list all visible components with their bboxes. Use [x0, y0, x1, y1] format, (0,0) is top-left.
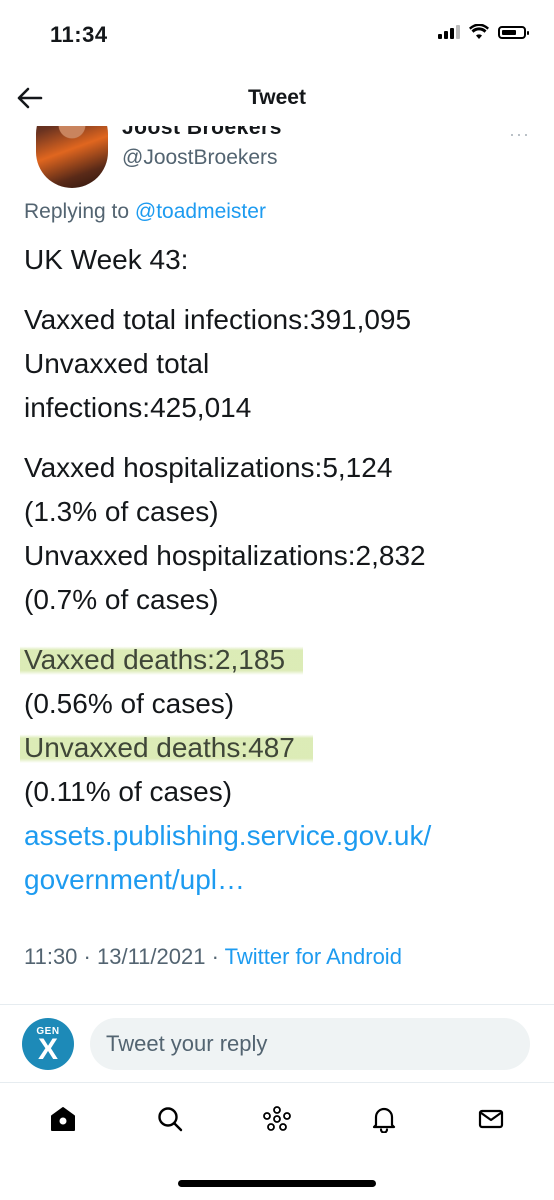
highlighted-unvaxxed-deaths: Unvaxxed deaths:487: [20, 732, 313, 763]
divider: [0, 1082, 554, 1083]
author-avatar[interactable]: [36, 126, 108, 188]
nav-messages[interactable]: [466, 1094, 516, 1144]
text-line: (0.11% of cases): [24, 776, 233, 807]
tweet-link[interactable]: government/upl…: [24, 858, 544, 902]
nav-search[interactable]: [145, 1094, 195, 1144]
messages-icon: [478, 1109, 503, 1129]
tweet-header: Tweet: [0, 70, 554, 126]
search-icon: [158, 1107, 183, 1132]
home-indicator[interactable]: [178, 1180, 376, 1187]
tweet-time: 11:30: [24, 944, 78, 969]
status-icons: [438, 24, 529, 40]
text-line: Vaxxed deaths:2,185: [20, 638, 544, 682]
deaths-paragraph: Vaxxed deaths:2,185 (0.56% of cases) Unv…: [20, 638, 544, 814]
tweet-heading: UK Week 43:: [24, 238, 544, 282]
text-line: (0.7% of cases): [24, 584, 219, 615]
tweet-meta: 11:30 · 13/11/2021 · Twitter for Android: [24, 944, 402, 970]
status-bar: 11:34: [0, 0, 554, 70]
text-line: Unvaxxed total: [24, 348, 210, 379]
author-name[interactable]: Joost Broekers: [122, 126, 282, 140]
text-line: Vaxxed hospitalizations:5,124: [24, 452, 393, 483]
text-line: (1.3% of cases): [24, 496, 219, 527]
tweet-source-link[interactable]: Twitter for Android: [225, 944, 402, 969]
wifi-icon: [469, 24, 489, 39]
highlighted-vaxxed-deaths: Vaxxed deaths:2,185: [20, 644, 304, 675]
hospitalizations-paragraph: Vaxxed hospitalizations:5,124 (1.3% of c…: [24, 446, 544, 622]
reply-target-link[interactable]: @toadmeister: [135, 200, 266, 223]
page-title: Tweet: [248, 86, 306, 109]
home-icon: [51, 1107, 76, 1131]
text-line: UK Week 43:: [24, 244, 189, 275]
bottom-nav: [0, 1084, 554, 1154]
text-line: infections:425,014: [24, 392, 252, 423]
notifications-icon: [372, 1107, 395, 1133]
tweet-text: UK Week 43: Vaxxed total infections:391,…: [20, 238, 544, 902]
cellular-signal-icon: [438, 25, 460, 39]
battery-icon: [498, 25, 529, 39]
user-avatar[interactable]: GEN X: [22, 1018, 74, 1070]
reply-input[interactable]: [90, 1018, 530, 1070]
replying-to: Replying to @toadmeister: [24, 200, 266, 224]
tweet-link[interactable]: assets.publishing.service.gov.uk/: [24, 814, 544, 858]
replying-to-label: Replying to: [24, 200, 135, 223]
meta-separator: ·: [205, 944, 225, 969]
avatar-text-x: X: [37, 1033, 58, 1066]
divider: [0, 1004, 554, 1005]
reply-bar: GEN X: [0, 1006, 554, 1082]
meta-separator: ·: [77, 944, 97, 969]
nav-notifications[interactable]: [359, 1094, 409, 1144]
author-handle[interactable]: @JoostBroekers: [122, 146, 278, 170]
tweet-date: 13/11/2021: [96, 944, 206, 969]
text-line: Unvaxxed hospitalizations:2,832: [24, 540, 426, 571]
infections-paragraph: Vaxxed total infections:391,095 Unvaxxed…: [24, 298, 544, 430]
text-line: (0.56% of cases): [24, 688, 235, 719]
spaces-icon: [263, 1106, 291, 1131]
text-line: Unvaxxed deaths:487: [20, 726, 544, 770]
text-line: Vaxxed total infections:391,095: [24, 304, 412, 335]
status-time: 11:34: [50, 22, 108, 47]
nav-home[interactable]: [38, 1094, 88, 1144]
more-options-icon[interactable]: ···: [509, 126, 530, 145]
tweet-author: Joost Broekers @JoostBroekers ···: [0, 126, 554, 196]
nav-spaces[interactable]: [252, 1094, 302, 1144]
